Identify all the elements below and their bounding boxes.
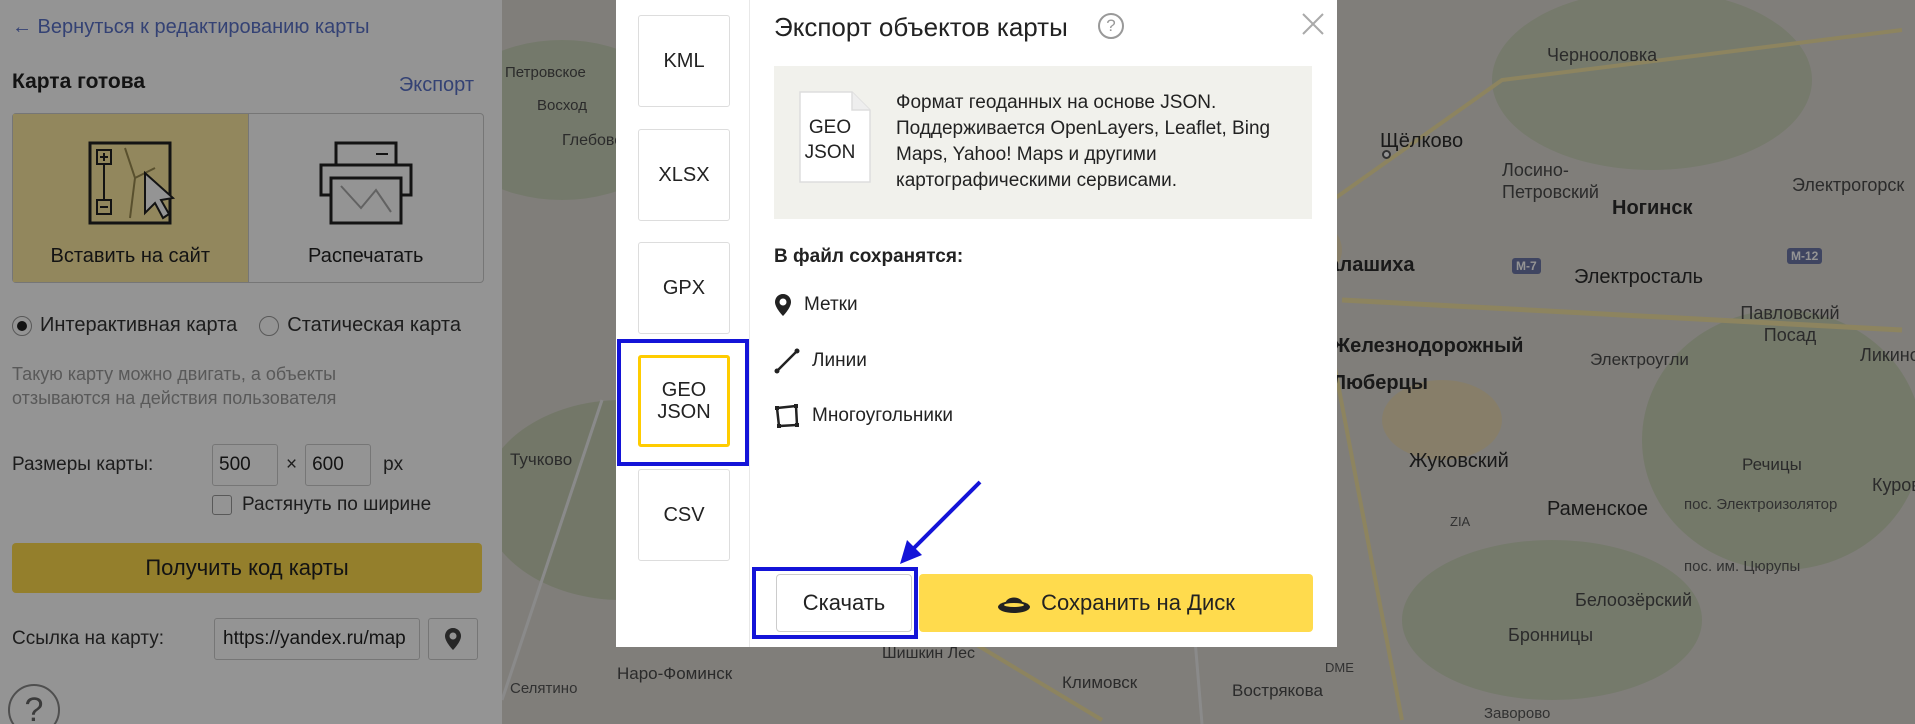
format-gpx[interactable]: GPX	[638, 242, 730, 334]
feature-lines: Линии	[774, 348, 867, 374]
feature-polygons: Многоугольники	[774, 403, 953, 429]
feature-lines-label: Линии	[812, 350, 867, 371]
feature-polygons-label: Многоугольники	[812, 405, 953, 426]
save-to-disk-label: Сохранить на Диск	[1041, 590, 1235, 615]
format-description: Формат геоданных на основе JSON. Поддерж…	[896, 92, 1271, 191]
modal-title: Экспорт объектов карты	[774, 12, 1068, 42]
placemark-icon	[775, 294, 791, 316]
geojson-highlight	[617, 339, 749, 466]
polygon-icon	[775, 404, 799, 428]
format-kml[interactable]: KML	[638, 15, 730, 107]
feature-placemarks-label: Метки	[804, 294, 858, 315]
feature-placemarks: Метки	[774, 293, 858, 317]
save-to-disk-button[interactable]: Сохранить на Диск	[919, 574, 1313, 632]
format-xlsx[interactable]: XLSX	[638, 129, 730, 221]
close-icon[interactable]	[1299, 10, 1327, 38]
download-highlight	[752, 567, 918, 639]
format-list: KML XLSX GPX GEO JSON CSV	[616, 0, 750, 647]
export-modal: KML XLSX GPX GEO JSON CSV Экспорт объект…	[616, 0, 1337, 647]
file-icon-label: GEO JSON	[804, 117, 856, 163]
disk-saucer-icon	[998, 597, 1031, 613]
format-info-box: GEO JSON Формат геоданных на основе JSON…	[774, 66, 1312, 219]
format-csv[interactable]: CSV	[638, 469, 730, 561]
line-icon	[774, 348, 800, 374]
help-icon[interactable]: ?	[1098, 13, 1124, 39]
saves-title: В файл сохранятся:	[774, 246, 964, 267]
